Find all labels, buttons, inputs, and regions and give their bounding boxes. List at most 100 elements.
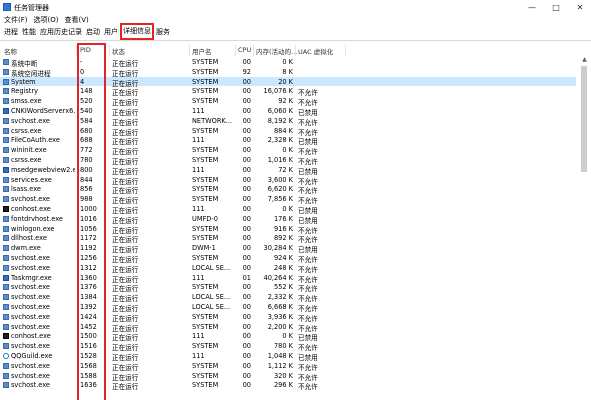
process-cpu: 00: [242, 224, 251, 233]
column-divider[interactable]: [109, 45, 110, 56]
process-name: dllhost.exe: [11, 234, 47, 243]
system-process-icon: [3, 245, 9, 252]
column-header-name[interactable]: 名称: [4, 46, 17, 56]
process-user: SYSTEM: [192, 361, 219, 370]
system-process-icon: [3, 313, 9, 320]
tab-performance[interactable]: 性能: [20, 25, 38, 40]
process-memory: 884 K: [273, 126, 293, 135]
scroll-thumb[interactable]: [581, 66, 587, 172]
process-user: SYSTEM: [192, 156, 219, 164]
menu-file[interactable]: 文件(F): [4, 15, 28, 25]
process-name: Registry: [11, 87, 38, 96]
close-button[interactable]: ✕: [568, 0, 591, 14]
column-divider[interactable]: [235, 45, 236, 56]
console-icon: [3, 333, 9, 340]
process-memory: 0 K: [282, 146, 293, 155]
process-cpu: 00: [242, 146, 251, 155]
system-process-icon: [3, 382, 9, 389]
system-process-icon: [3, 294, 9, 301]
column-divider[interactable]: [345, 45, 346, 56]
process-cpu: 00: [242, 312, 251, 321]
process-name: System: [11, 77, 36, 86]
process-user: SYSTEM: [192, 185, 219, 194]
process-memory: 924 K: [273, 254, 293, 262]
process-memory: 3,600 K: [267, 175, 293, 184]
process-name: svchost.exe: [11, 312, 50, 321]
process-name: winlogon.exe: [11, 224, 55, 233]
process-name: CNKIWordServerx6...: [11, 107, 75, 115]
process-memory: 20 K: [278, 77, 293, 86]
column-header-uac[interactable]: UAC 虚拟化: [298, 46, 333, 56]
vertical-scrollbar[interactable]: ▲: [579, 56, 590, 400]
process-name: svchost.exe: [11, 303, 50, 311]
process-name: svchost.exe: [11, 254, 50, 262]
process-user: 111: [192, 205, 205, 213]
process-cpu: 00: [242, 77, 251, 86]
task-manager-icon: [3, 3, 11, 11]
process-user: LOCAL SE...: [192, 303, 231, 311]
process-memory: 72 K: [278, 165, 293, 174]
column-divider[interactable]: [253, 45, 254, 56]
process-user: 111: [192, 273, 205, 282]
tab-app-history[interactable]: 应用历史记录: [38, 25, 84, 40]
process-memory: 320 K: [273, 371, 293, 380]
minimize-button[interactable]: —: [520, 0, 544, 14]
maximize-button[interactable]: □: [544, 0, 568, 14]
process-cpu: 00: [242, 156, 251, 164]
process-cpu: 00: [242, 234, 251, 243]
column-header-status[interactable]: 状态: [112, 46, 125, 56]
system-process-icon: [3, 225, 9, 232]
process-user: 111: [192, 165, 205, 174]
process-memory: 30,284 K: [263, 244, 294, 253]
process-name: FileCoAuth.exe: [11, 136, 60, 145]
process-user: 111: [192, 107, 205, 115]
process-memory: 1,112 K: [267, 361, 293, 370]
process-cpu: 00: [242, 371, 251, 380]
app-process-icon: [3, 274, 9, 281]
process-user: SYSTEM: [192, 77, 219, 86]
process-user: NETWORK...: [192, 116, 233, 125]
process-user: 111: [192, 352, 205, 360]
process-memory: 916 K: [273, 224, 293, 233]
process-cpu: 00: [242, 342, 251, 351]
tab-services[interactable]: 服务: [154, 25, 172, 40]
process-memory: 6,668 K: [267, 303, 293, 311]
process-memory: 8 K: [282, 67, 293, 76]
menu-view[interactable]: 查看(V): [64, 15, 88, 25]
tab-processes[interactable]: 进程: [2, 25, 20, 40]
column-header-user[interactable]: 用户名: [192, 46, 212, 56]
process-cpu: 00: [242, 332, 251, 341]
process-name: QQGuild.exe: [11, 352, 53, 360]
process-name: wininit.exe: [11, 146, 47, 155]
process-name: svchost.exe: [11, 263, 50, 272]
tab-users[interactable]: 用户: [102, 25, 120, 40]
process-user: SYSTEM: [192, 342, 219, 351]
process-memory: 6,620 K: [267, 185, 293, 194]
system-process-icon: [3, 147, 9, 154]
tab-details[interactable]: 详细信息: [120, 23, 154, 40]
process-name: svchost.exe: [11, 371, 50, 380]
process-user: SYSTEM: [192, 67, 219, 76]
process-memory: 2,328 K: [267, 136, 293, 145]
process-name: svchost.exe: [11, 322, 50, 331]
process-cpu: 00: [242, 116, 251, 125]
pid-column-highlight: [77, 43, 106, 400]
tab-startup[interactable]: 启动: [84, 25, 102, 40]
menu-options[interactable]: 选项(O): [34, 15, 59, 25]
process-name: dwm.exe: [11, 244, 41, 253]
scroll-up-arrow-icon[interactable]: ▲: [581, 56, 588, 64]
system-process-icon: [3, 284, 9, 291]
process-memory: 0 K: [282, 332, 293, 341]
column-divider[interactable]: [295, 45, 296, 56]
process-cpu: 00: [242, 352, 251, 360]
process-user: SYSTEM: [192, 283, 219, 292]
process-name: svchost.exe: [11, 342, 50, 351]
process-name: svchost.exe: [11, 361, 50, 370]
system-process-icon: [3, 235, 9, 242]
column-header-memory[interactable]: 内存(活动的...: [256, 46, 297, 56]
process-cpu: 92: [242, 67, 251, 76]
column-divider[interactable]: [189, 45, 190, 56]
process-cpu: 00: [242, 195, 251, 204]
column-header-cpu[interactable]: CPU: [238, 46, 251, 54]
process-user: DWM-1: [192, 244, 216, 253]
